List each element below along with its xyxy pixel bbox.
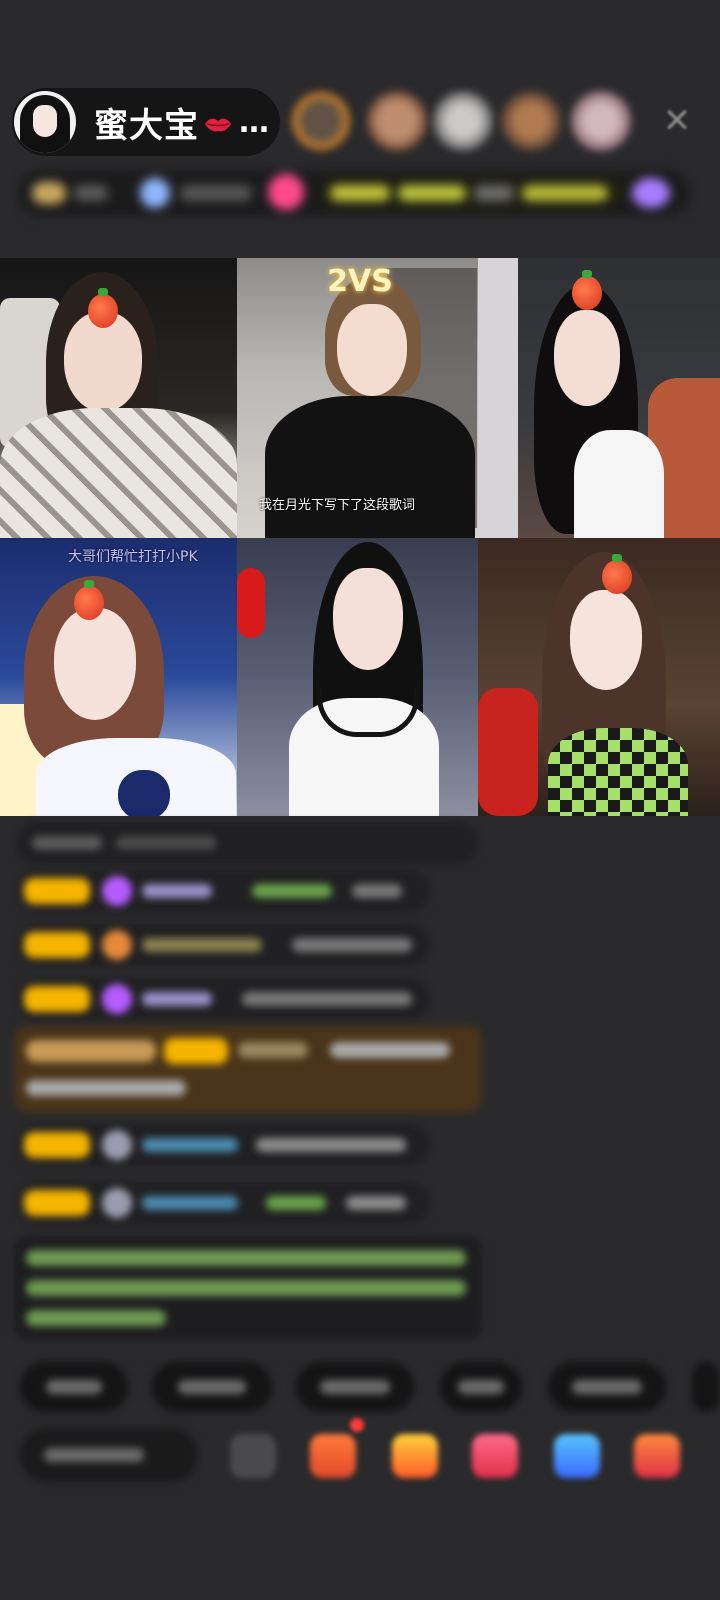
chat-message-3: [16, 924, 430, 966]
host-name-ellipsis: …: [239, 104, 269, 140]
chat-message-welcome-notice: [14, 1236, 482, 1340]
guest-video-4[interactable]: 大哥们帮忙打打小PK: [0, 538, 237, 816]
quick-reply-4[interactable]: [440, 1362, 522, 1412]
chat-message-6: [16, 1182, 430, 1224]
host-info-pill[interactable]: 蜜大宝 …: [12, 88, 280, 156]
top-viewer-avatar-5[interactable]: [570, 90, 632, 152]
multi-guest-video-grid: 2VS 我在月光下写下了这段歌词 大哥们帮忙打打小PK: [0, 258, 720, 816]
shop-icon[interactable]: [634, 1434, 680, 1478]
chat-message-2: [16, 870, 430, 912]
chat-message-4: [16, 978, 430, 1020]
pk-vs-badge: 2VS: [327, 264, 393, 299]
notification-dot: [350, 1418, 364, 1432]
tomato-sticker-icon: [74, 580, 104, 620]
quick-reply-3[interactable]: [296, 1362, 414, 1412]
host-name: 蜜大宝: [94, 105, 199, 146]
lucky-bag-icon[interactable]: [392, 1434, 438, 1478]
guest-video-2[interactable]: 2VS 我在月光下写下了这段歌词: [237, 258, 478, 538]
guest-4-pk-caption: 大哥们帮忙打打小PK: [68, 549, 198, 565]
guest-video-5[interactable]: [237, 538, 478, 816]
game-icon[interactable]: [554, 1434, 600, 1478]
chat-input[interactable]: [20, 1428, 198, 1482]
guest-video-1[interactable]: [0, 258, 237, 538]
emoji-icon[interactable]: [230, 1434, 276, 1478]
tomato-sticker-icon: [572, 270, 602, 310]
top-viewer-avatar-4[interactable]: [500, 90, 562, 152]
guest-2-lyrics-caption: 我在月光下写下了这段歌词: [259, 498, 416, 513]
host-avatar[interactable]: [14, 91, 76, 153]
guest-video-3[interactable]: [478, 258, 720, 538]
close-icon[interactable]: ✕: [660, 104, 694, 138]
quick-reply-5[interactable]: [548, 1362, 666, 1412]
tomato-sticker-icon: [602, 554, 632, 594]
quick-reply-1[interactable]: [20, 1362, 128, 1412]
top-viewer-avatar-3[interactable]: [432, 90, 494, 152]
top-viewer-avatar-1[interactable]: [290, 90, 352, 152]
heart-gift-icon[interactable]: [472, 1434, 518, 1478]
quick-reply-6[interactable]: [692, 1362, 720, 1412]
chat-message-1: [16, 822, 478, 864]
chat-message-5: [16, 1124, 430, 1166]
gift-box-icon[interactable]: [310, 1434, 356, 1478]
quick-reply-2[interactable]: [152, 1362, 272, 1412]
kiss-lips-icon: [205, 118, 231, 132]
chat-message-system-highlight: [14, 1026, 482, 1112]
activity-banner-bar[interactable]: [18, 170, 690, 216]
top-viewer-avatar-2[interactable]: [366, 90, 428, 152]
guest-video-6[interactable]: [478, 538, 720, 816]
tomato-sticker-icon: [88, 288, 118, 328]
